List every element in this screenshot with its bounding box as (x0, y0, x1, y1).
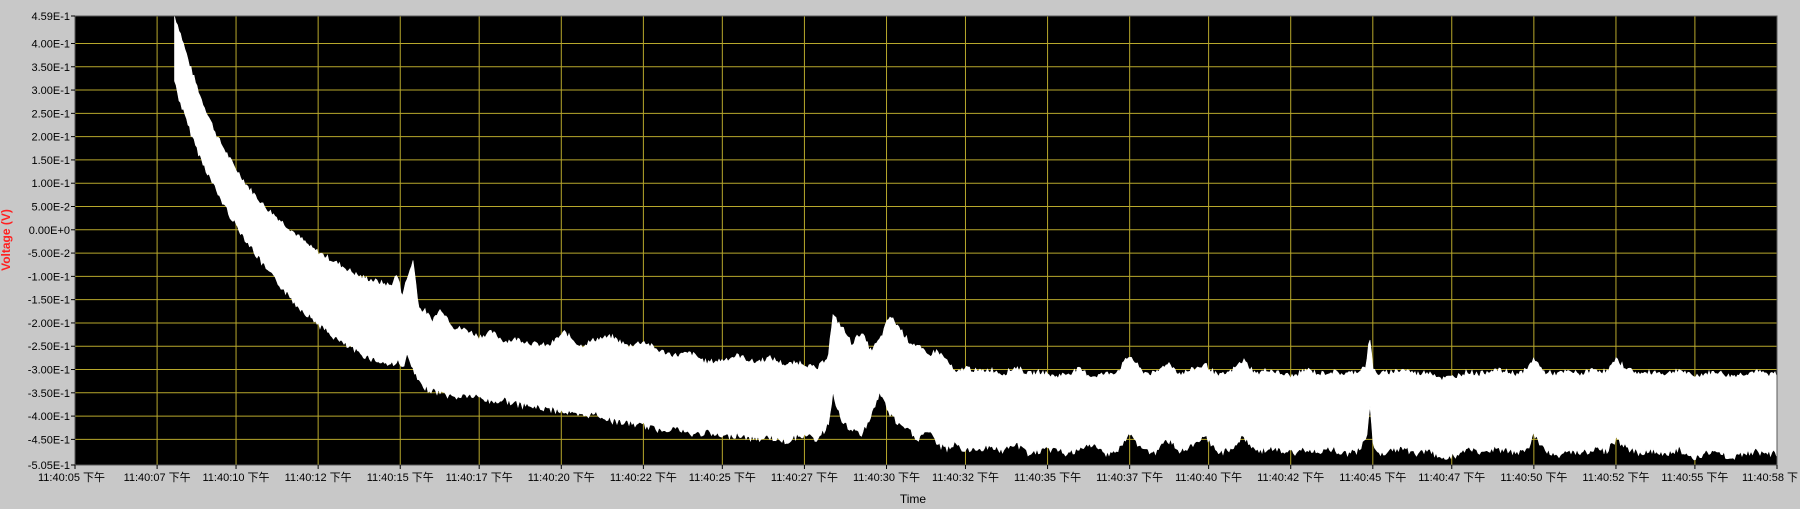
x-tick-label: 11:40:40 下午 (1175, 471, 1242, 484)
y-tick-label: -1.00E-1 (28, 271, 70, 283)
x-tick-label: 11:40:52 下午 (1582, 471, 1649, 484)
y-tick-label: 4.59E-1 (31, 11, 70, 23)
voltage-chart: 4.59E-1 4.00E-1 3.50E-1 3.00E-1 2.50E-1 2.00E… (0, 0, 1800, 506)
x-tick-label: 11:40:27 下午 (771, 471, 838, 484)
x-axis-label: Time (900, 492, 927, 504)
y-axis-label: Voltage (V) (0, 209, 13, 271)
y-tick-label: 1.50E-1 (31, 155, 70, 167)
y-tick-label: -3.50E-1 (28, 388, 70, 400)
x-tick-label: 11:40:55 下午 (1661, 471, 1728, 484)
x-tick-label: 11:40:45 下午 (1339, 471, 1406, 484)
x-tick-label: 11:40:50 下午 (1500, 471, 1567, 484)
x-tick-label: 11:40:17 下午 (446, 471, 513, 484)
y-tick-label: -5.05E-1 (28, 460, 70, 472)
x-tick-label: 11:40:10 下午 (203, 471, 270, 484)
y-tick-label: 5.00E-2 (31, 201, 70, 213)
y-tick-label: -2.00E-1 (28, 318, 70, 330)
y-tick-label: -4.00E-1 (28, 411, 70, 423)
y-tick-label: 4.00E-1 (31, 38, 70, 50)
y-tick-label: -4.50E-1 (28, 434, 70, 446)
x-tick-label: 11:40:30 下午 (853, 471, 920, 484)
y-tick-label: 3.00E-1 (31, 85, 70, 97)
x-tick-label: 11:40:37 下午 (1096, 471, 1163, 484)
x-tick-label: 11:40:25 下午 (689, 471, 756, 484)
x-tick-label: 11:40:42 下午 (1257, 471, 1324, 484)
y-tick-label: -2.50E-1 (28, 341, 70, 353)
x-tick-label: 11:40:15 下午 (367, 471, 434, 484)
y-tick-label: -3.00E-1 (28, 365, 70, 377)
x-tick-label: 11:40:58 下 (1742, 472, 1798, 484)
x-tick-label: 11:40:05 下午 (38, 471, 105, 484)
y-tick-label: 2.50E-1 (31, 108, 70, 120)
x-tick-label: 11:40:20 下午 (528, 471, 595, 484)
y-tick-label: 3.50E-1 (31, 62, 70, 74)
y-tick-label: 1.00E-1 (31, 178, 70, 190)
x-tick-label: 11:40:32 下午 (932, 471, 999, 484)
y-tick-label: -1.50E-1 (28, 295, 70, 307)
x-tick-label: 11:40:47 下午 (1418, 471, 1485, 484)
x-tick-label: 11:40:12 下午 (285, 471, 352, 484)
x-tick-label: 11:40:22 下午 (610, 471, 677, 484)
y-tick-label: 2.00E-1 (31, 132, 70, 144)
chart-svg: 4.59E-1 4.00E-1 3.50E-1 3.00E-1 2.50E-1 2.00E… (0, 0, 1800, 506)
y-tick-label: 0.00E+0 (29, 225, 70, 237)
x-tick-label: 11:40:35 下午 (1014, 471, 1081, 484)
y-tick-label: -5.00E-2 (28, 248, 70, 260)
x-tick-label: 11:40:07 下午 (124, 471, 191, 484)
